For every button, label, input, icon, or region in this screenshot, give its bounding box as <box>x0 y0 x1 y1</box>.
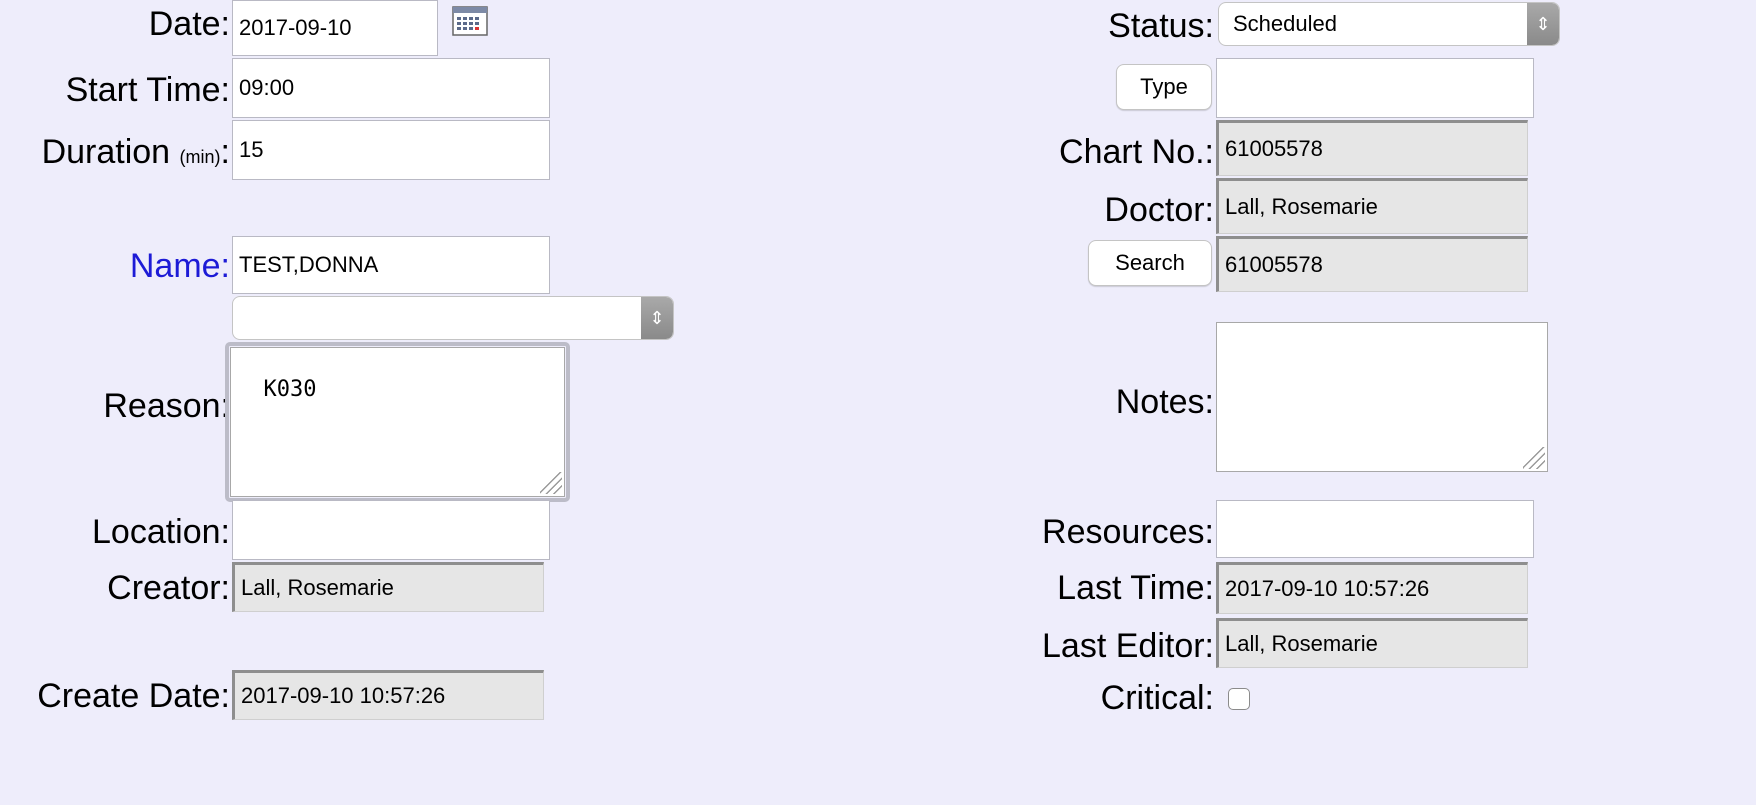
date-label: Date: <box>148 5 230 43</box>
type-input[interactable] <box>1216 58 1534 118</box>
create-date-field: 2017-09-10 10:57:26 <box>232 670 544 720</box>
duration-unit: (min) <box>179 147 221 167</box>
last-editor-field: Lall, Rosemarie <box>1216 618 1528 668</box>
search-button[interactable]: Search <box>1088 240 1212 286</box>
reason-label: Reason: <box>103 387 230 425</box>
resize-grip-icon[interactable] <box>1523 447 1545 469</box>
critical-label: Critical: <box>1100 679 1214 717</box>
name-input[interactable]: TEST,DONNA <box>232 236 550 294</box>
search-result-field: 61005578 <box>1216 236 1528 292</box>
date-input[interactable]: 2017-09-10 <box>232 0 438 56</box>
status-select-value: Scheduled <box>1233 11 1337 36</box>
duration-label: Duration (min): <box>42 132 230 177</box>
resources-input[interactable] <box>1216 500 1534 558</box>
last-time-field: 2017-09-10 10:57:26 <box>1216 562 1528 614</box>
resources-label: Resources: <box>1042 513 1214 551</box>
name-label[interactable]: Name: <box>130 246 230 286</box>
duration-label-text: Duration <box>41 133 171 171</box>
critical-checkbox[interactable] <box>1228 688 1250 710</box>
creator-label: Creator: <box>107 569 230 607</box>
reason-textarea[interactable]: K030 <box>230 347 565 497</box>
calendar-icon[interactable] <box>452 6 488 36</box>
create-date-label: Create Date: <box>37 677 230 715</box>
last-editor-label: Last Editor: <box>1042 627 1214 665</box>
chart-no-field: 61005578 <box>1216 120 1528 176</box>
creator-field: Lall, Rosemarie <box>232 562 544 612</box>
duration-colon: : <box>220 133 230 171</box>
last-time-label: Last Time: <box>1057 569 1214 607</box>
updown-chevron-icon: ⇕ <box>641 297 673 339</box>
chart-no-label: Chart No.: <box>1059 133 1214 171</box>
doctor-field: Lall, Rosemarie <box>1216 178 1528 234</box>
name-select[interactable]: ⇕ <box>232 296 674 340</box>
doctor-label: Doctor: <box>1104 191 1214 229</box>
status-select[interactable]: Scheduled ⇕ <box>1218 2 1560 46</box>
updown-chevron-icon: ⇕ <box>1527 3 1559 45</box>
location-label: Location: <box>92 513 230 551</box>
notes-label: Notes: <box>1115 383 1214 421</box>
location-input[interactable] <box>232 500 550 560</box>
duration-input[interactable]: 15 <box>232 120 550 180</box>
start-time-input[interactable]: 09:00 <box>232 58 550 118</box>
type-button[interactable]: Type <box>1116 64 1212 110</box>
status-label: Status: <box>1108 7 1214 45</box>
notes-textarea[interactable] <box>1216 322 1548 472</box>
start-time-label: Start Time: <box>65 71 230 109</box>
reason-text: K030 <box>263 377 317 402</box>
resize-grip-icon[interactable] <box>540 472 562 494</box>
